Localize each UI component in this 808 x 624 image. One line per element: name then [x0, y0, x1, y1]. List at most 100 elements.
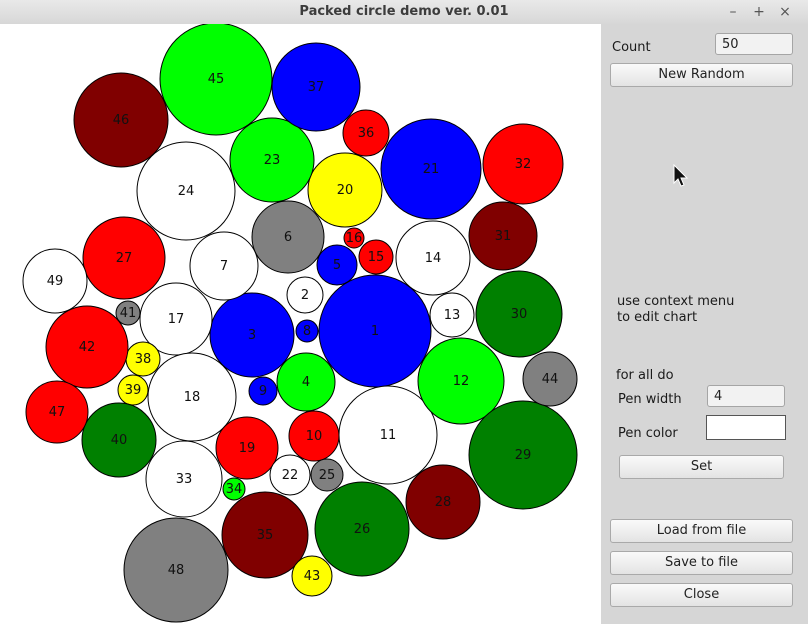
circle-label-10: 10	[306, 429, 323, 444]
circle-label-34: 34	[226, 482, 243, 497]
circle-47[interactable]: 47	[25, 380, 89, 444]
circle-label-1: 1	[371, 324, 379, 339]
circle-label-25: 25	[319, 468, 336, 483]
circle-33[interactable]: 33	[145, 440, 223, 518]
circle-22[interactable]: 22	[269, 454, 311, 496]
circle-29[interactable]: 29	[468, 400, 578, 510]
circle-31[interactable]: 31	[468, 201, 538, 271]
set-button[interactable]: Set	[619, 455, 784, 479]
circle-label-19: 19	[239, 441, 256, 456]
pen-width-input[interactable]	[707, 385, 785, 407]
circle-46[interactable]: 46	[73, 72, 169, 168]
hint-line-2: to edit chart	[617, 310, 698, 325]
mouse-pointer-icon	[672, 163, 690, 192]
circle-26[interactable]: 26	[314, 481, 410, 577]
circle-27[interactable]: 27	[82, 216, 166, 300]
circle-label-24: 24	[178, 184, 195, 199]
pen-color-swatch[interactable]	[706, 415, 786, 440]
circle-30[interactable]: 30	[475, 270, 563, 358]
circle-label-39: 39	[125, 383, 142, 398]
circle-36[interactable]: 36	[342, 109, 390, 157]
circle-7[interactable]: 7	[189, 231, 259, 301]
circle-20[interactable]: 20	[307, 152, 383, 228]
circle-21[interactable]: 21	[380, 118, 482, 220]
circle-1[interactable]: 1	[318, 274, 432, 388]
for-all-label: for all do	[616, 368, 674, 383]
save-to-file-button[interactable]: Save to file	[610, 551, 793, 575]
circle-label-3: 3	[248, 328, 256, 343]
circle-2[interactable]: 2	[286, 276, 324, 314]
circle-6[interactable]: 6	[251, 200, 325, 274]
circle-49[interactable]: 49	[22, 248, 88, 314]
circle-label-49: 49	[47, 274, 64, 289]
circle-19[interactable]: 19	[215, 416, 279, 480]
packed-circle-chart[interactable]: 12345678910 11121314151617181920212223242…	[0, 24, 601, 624]
circle-label-21: 21	[423, 162, 440, 177]
circle-45[interactable]: 45	[159, 24, 273, 136]
circle-label-29: 29	[515, 448, 532, 463]
circle-42[interactable]: 42	[45, 305, 129, 389]
circle-18[interactable]: 18	[147, 352, 237, 442]
circle-label-20: 20	[337, 183, 354, 198]
circle-8[interactable]: 8	[295, 319, 319, 343]
circle-34[interactable]: 34	[222, 477, 246, 501]
circle-label-15: 15	[368, 250, 385, 265]
circle-43[interactable]: 43	[291, 555, 333, 597]
circle-28[interactable]: 28	[405, 464, 481, 540]
circle-label-16: 16	[346, 231, 363, 246]
circle-label-9: 9	[259, 384, 267, 399]
maximize-icon[interactable]: +	[750, 3, 768, 21]
circle-label-33: 33	[176, 472, 193, 487]
circle-label-18: 18	[184, 390, 201, 405]
circle-label-35: 35	[257, 528, 274, 543]
circle-label-27: 27	[116, 251, 133, 266]
circle-label-26: 26	[354, 522, 371, 537]
circle-label-38: 38	[135, 352, 152, 367]
window-title: Packed circle demo ver. 0.01	[299, 4, 509, 19]
circle-25[interactable]: 25	[310, 458, 344, 492]
circle-label-41: 41	[120, 306, 137, 321]
load-from-file-button[interactable]: Load from file	[610, 519, 793, 543]
circle-label-13: 13	[444, 308, 461, 323]
circle-label-17: 17	[168, 312, 185, 327]
pen-width-label: Pen width	[618, 392, 682, 407]
circle-label-8: 8	[303, 324, 311, 339]
circle-15[interactable]: 15	[358, 239, 394, 275]
circle-label-47: 47	[49, 405, 66, 420]
circle-38[interactable]: 38	[125, 341, 161, 377]
circle-label-4: 4	[302, 375, 310, 390]
circle-label-44: 44	[542, 372, 559, 387]
circle-13[interactable]: 13	[429, 292, 475, 338]
circle-32[interactable]: 32	[482, 123, 564, 205]
circle-label-48: 48	[168, 563, 185, 578]
circle-label-23: 23	[264, 153, 281, 168]
circle-label-42: 42	[79, 340, 96, 355]
circle-44[interactable]: 44	[522, 351, 578, 407]
circle-48[interactable]: 48	[123, 517, 229, 623]
circle-label-5: 5	[333, 258, 341, 273]
circle-label-7: 7	[220, 259, 228, 274]
title-bar[interactable]: Packed circle demo ver. 0.01 – + ×	[0, 0, 808, 25]
circle-16[interactable]: 16	[343, 227, 365, 249]
circle-40[interactable]: 40	[81, 402, 157, 478]
circle-23[interactable]: 23	[229, 117, 315, 203]
circle-37[interactable]: 37	[271, 42, 361, 132]
circle-label-30: 30	[511, 307, 528, 322]
circle-4[interactable]: 4	[276, 352, 336, 412]
new-random-button[interactable]: New Random	[610, 63, 793, 87]
count-input[interactable]	[715, 33, 793, 55]
circle-14[interactable]: 14	[395, 220, 471, 296]
close-button[interactable]: Close	[610, 583, 793, 607]
circle-10[interactable]: 10	[288, 410, 340, 462]
circle-5[interactable]: 5	[316, 244, 358, 286]
close-icon[interactable]: ×	[776, 3, 794, 21]
circle-chart-canvas[interactable]: 1 2 3 4 5 6 7 8 9 10 11 12 13 14 15 16 17 18 19 20 21 22 23 24 2…	[0, 24, 601, 624]
circle-24[interactable]: 24	[136, 141, 236, 241]
minimize-icon[interactable]: –	[724, 3, 742, 21]
circle-39[interactable]: 39	[117, 374, 149, 406]
circle-3[interactable]: 3	[209, 292, 295, 378]
circle-label-31: 31	[495, 229, 512, 244]
circle-9[interactable]: 9	[248, 376, 278, 406]
circle-label-45: 45	[208, 72, 225, 87]
circle-label-6: 6	[284, 230, 292, 245]
